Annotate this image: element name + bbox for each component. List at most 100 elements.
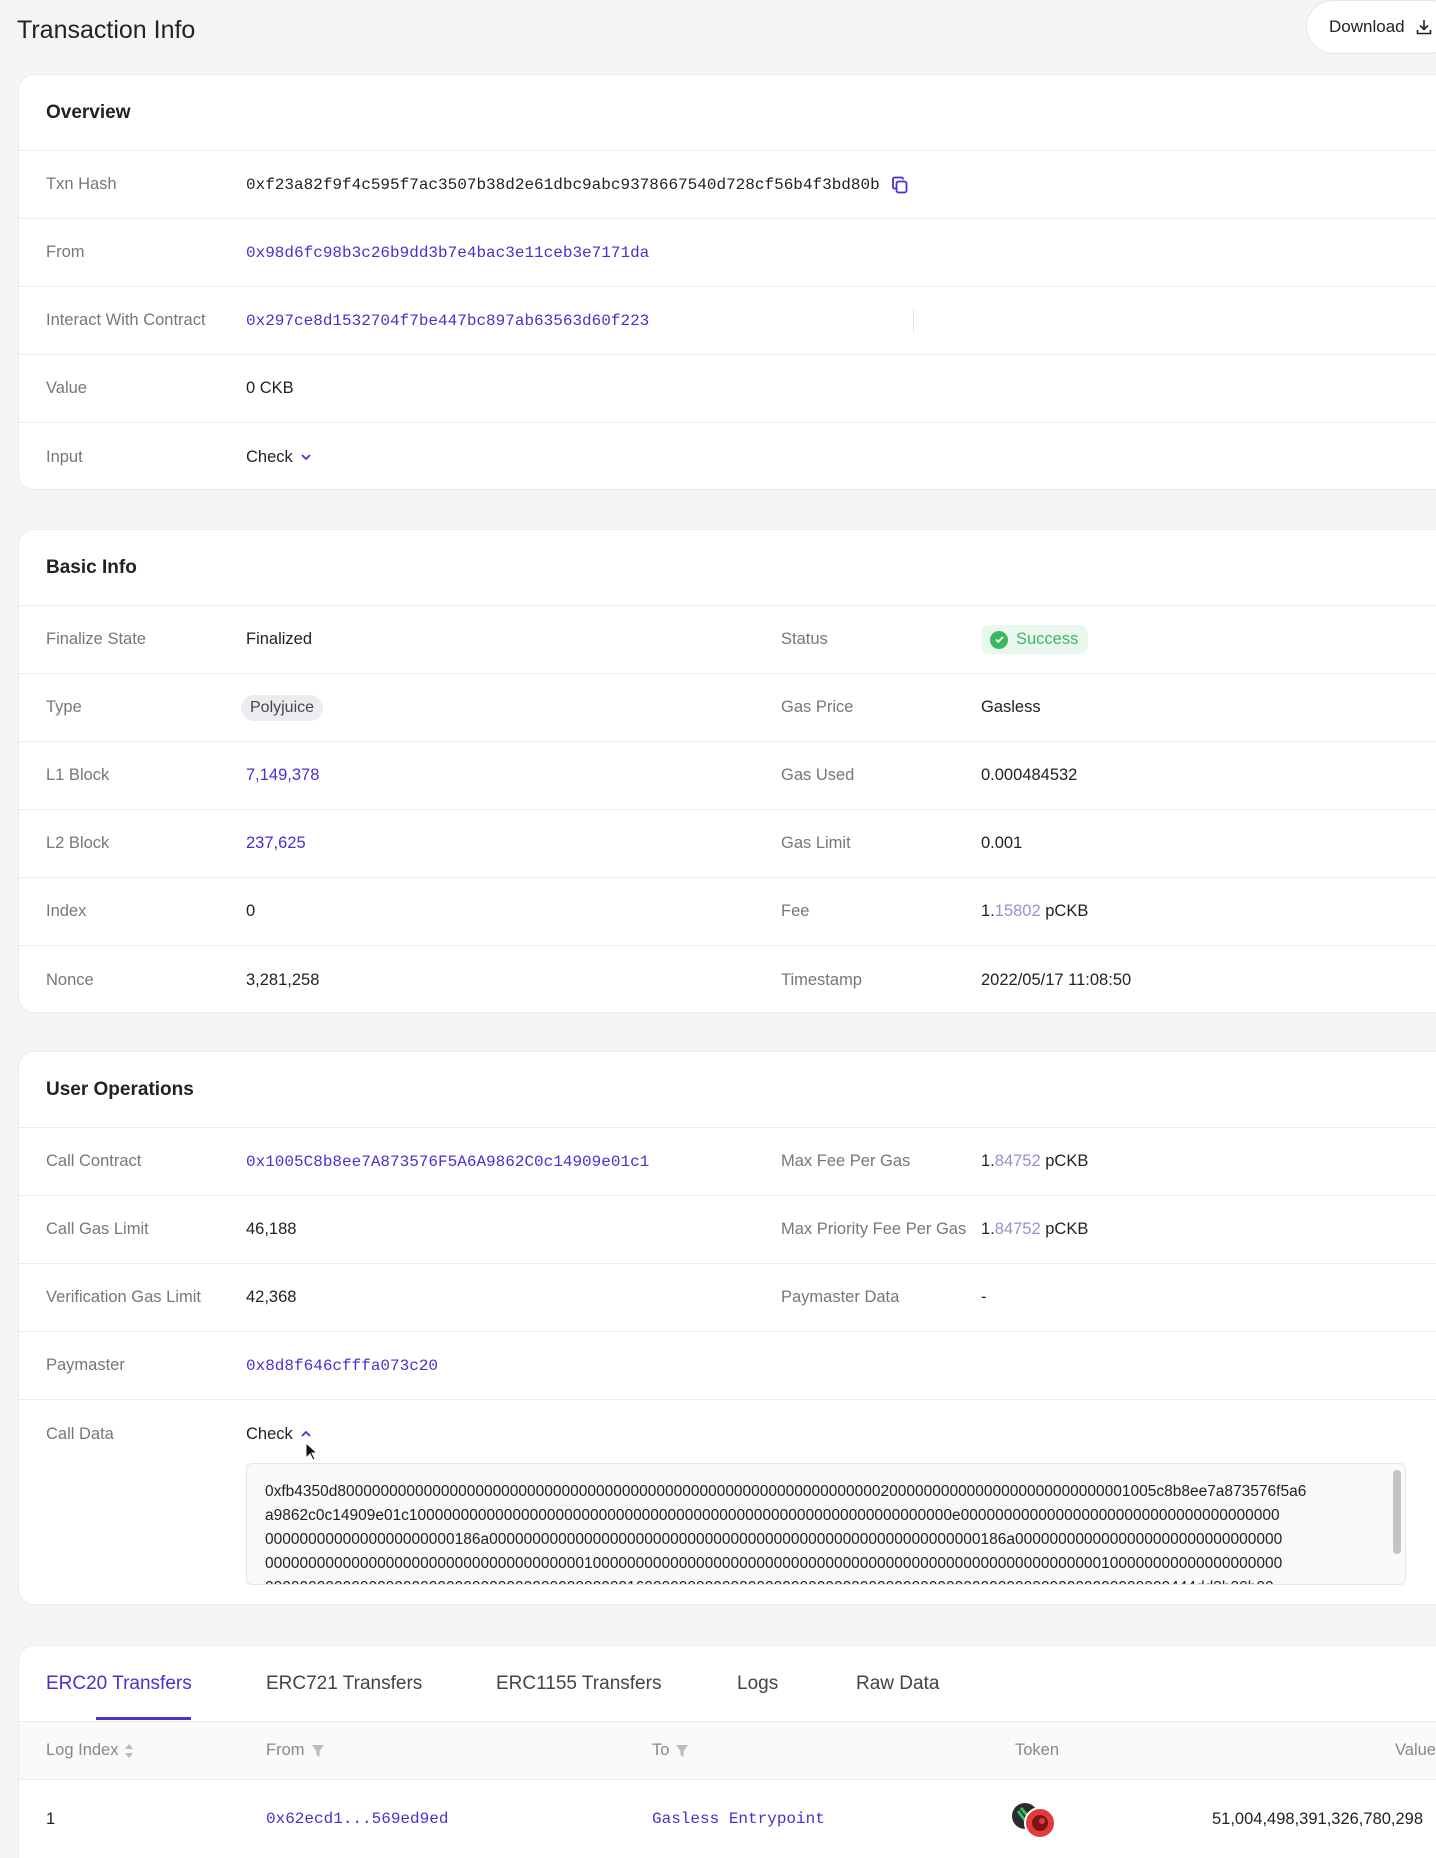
call-data-box[interactable]: 0xfb4350d8000000000000000000000000000000… bbox=[246, 1463, 1406, 1585]
l2-block-label: L2 Block bbox=[46, 834, 110, 852]
max-fee-value: 1. 84752 pCKB bbox=[981, 1128, 1088, 1195]
contract-label: Interact With Contract bbox=[46, 311, 206, 329]
userop-row-3: Verification Gas Limit 42,368 Paymaster … bbox=[19, 1264, 1436, 1332]
input-row: Input Check bbox=[19, 423, 1436, 491]
value-amount: 0 CKB bbox=[246, 379, 294, 397]
to-address-cell[interactable]: Gasless Entrypoint bbox=[652, 1780, 825, 1858]
gas-used-value: 0.000484532 bbox=[981, 766, 1078, 784]
max-priority-fee-unit: pCKB bbox=[1045, 1220, 1089, 1238]
timestamp-value: 2022/05/17 11:08:50 bbox=[981, 970, 1132, 989]
call-data-line: 0000000000000000000000000000000000000100… bbox=[265, 1555, 1283, 1572]
status-label: Status bbox=[781, 630, 828, 648]
basic-row-3: L1 Block 7,149,378 Gas Used 0.000484532 bbox=[19, 742, 1436, 810]
max-fee-unit: pCKB bbox=[1045, 1152, 1089, 1170]
from-header[interactable]: From bbox=[266, 1722, 325, 1779]
finalize-state-label: Finalize State bbox=[46, 630, 146, 648]
from-address-link[interactable]: 0x98d6fc98b3c26b9dd3b7e4bac3e11ceb3e7171… bbox=[246, 219, 649, 286]
call-gas-limit-label: Call Gas Limit bbox=[46, 1220, 149, 1238]
active-tab-underline bbox=[96, 1717, 191, 1720]
transfers-tabs: ERC20 Transfers ERC721 Transfers ERC1155… bbox=[19, 1646, 1436, 1722]
max-priority-fee-value: 1. 84752 pCKB bbox=[981, 1196, 1088, 1263]
token-logo-icon bbox=[1012, 1803, 1056, 1839]
basic-row-2: Type Polyjuice Gas Price Gasless bbox=[19, 674, 1436, 742]
gas-used-label: Gas Used bbox=[781, 766, 855, 784]
l1-block-link[interactable]: 7,149,378 bbox=[246, 742, 319, 809]
user-operations-title: User Operations bbox=[19, 1052, 1436, 1128]
tab-erc721-transfers[interactable]: ERC721 Transfers bbox=[266, 1646, 422, 1722]
call-data-scrollbar[interactable] bbox=[1393, 1470, 1401, 1554]
basic-info-card: Basic Info Finalize State Finalized Stat… bbox=[18, 529, 1436, 1013]
overview-card: Overview Txn Hash 0xf23a82f9f4c595f7ac35… bbox=[18, 74, 1436, 490]
mouse-cursor-icon bbox=[305, 1442, 319, 1461]
to-header[interactable]: To bbox=[652, 1722, 689, 1779]
call-data-label: Call Data bbox=[46, 1424, 114, 1443]
token-header: Token bbox=[1015, 1741, 1060, 1759]
call-contract-label: Call Contract bbox=[46, 1152, 142, 1170]
from-address-cell[interactable]: 0x62ecd1...569ed9ed bbox=[266, 1780, 448, 1858]
max-priority-fee-dec: 84752 bbox=[994, 1220, 1041, 1238]
value-row: Value 0 CKB bbox=[19, 355, 1436, 423]
sort-icon[interactable] bbox=[124, 1743, 134, 1759]
download-label: Download bbox=[1329, 17, 1405, 36]
verification-gas-limit-value: 42,368 bbox=[246, 1288, 297, 1306]
basic-row-4: L2 Block 237,625 Gas Limit 0.001 bbox=[19, 810, 1436, 878]
chevron-up-icon bbox=[301, 1430, 311, 1437]
fee-dec: 15802 bbox=[994, 902, 1041, 920]
filter-icon[interactable] bbox=[311, 1744, 325, 1758]
tab-erc1155-transfers[interactable]: ERC1155 Transfers bbox=[496, 1646, 661, 1722]
to-header-label: To bbox=[652, 1741, 670, 1759]
txn-hash-row: Txn Hash 0xf23a82f9f4c595f7ac3507b38d2e6… bbox=[19, 151, 1436, 219]
call-data-line: 0000000000000000000000186a00000000000000… bbox=[265, 1531, 1283, 1548]
filter-icon[interactable] bbox=[675, 1744, 689, 1758]
basic-row-6: Nonce 3,281,258 Timestamp 2022/05/17 11:… bbox=[19, 946, 1436, 1014]
finalize-state-value: Finalized bbox=[246, 630, 313, 648]
call-data-check-toggle[interactable]: Check bbox=[246, 1425, 313, 1444]
type-label: Type bbox=[46, 698, 82, 716]
divider bbox=[913, 309, 914, 333]
contract-address-link[interactable]: 0x297ce8d1532704f7be447bc897ab63563d60f2… bbox=[246, 287, 649, 354]
status-badge: Success bbox=[981, 625, 1089, 654]
fee-unit: pCKB bbox=[1045, 902, 1089, 920]
download-button[interactable]: Download bbox=[1306, 0, 1436, 54]
input-check-label: Check bbox=[246, 447, 293, 466]
from-row: From 0x98d6fc98b3c26b9dd3b7e4bac3e11ceb3… bbox=[19, 219, 1436, 287]
index-value: 0 bbox=[246, 902, 256, 920]
type-pill: Polyjuice bbox=[241, 694, 324, 721]
call-contract-link[interactable]: 0x1005C8b8ee7A873576F5A6A9862C0c14909e01… bbox=[246, 1128, 649, 1195]
check-circle-icon bbox=[990, 630, 1008, 649]
call-data-line: a9862c0c14909e01c10000000000000000000000… bbox=[265, 1507, 1280, 1524]
paymaster-data-label: Paymaster Data bbox=[781, 1288, 900, 1306]
page-title: Transaction Info bbox=[17, 16, 196, 44]
tab-erc20-transfers[interactable]: ERC20 Transfers bbox=[46, 1646, 192, 1722]
input-label: Input bbox=[46, 447, 83, 466]
nonce-value: 3,281,258 bbox=[246, 970, 320, 989]
max-priority-fee-label: Max Priority Fee Per Gas bbox=[781, 1220, 967, 1238]
l2-block-link[interactable]: 237,625 bbox=[246, 810, 306, 877]
verification-gas-limit-label: Verification Gas Limit bbox=[46, 1288, 201, 1306]
gas-limit-value: 0.001 bbox=[981, 834, 1023, 852]
log-index-header[interactable]: Log Index bbox=[46, 1722, 134, 1779]
from-label: From bbox=[46, 243, 85, 261]
gas-limit-label: Gas Limit bbox=[781, 834, 851, 852]
overview-title: Overview bbox=[19, 75, 1436, 151]
tab-raw-data[interactable]: Raw Data bbox=[856, 1646, 939, 1722]
tab-logs[interactable]: Logs bbox=[737, 1646, 778, 1722]
input-check-toggle[interactable]: Check bbox=[246, 448, 313, 467]
userop-row-1: Call Contract 0x1005C8b8ee7A873576F5A6A9… bbox=[19, 1128, 1436, 1196]
transfers-table-header: Log Index From To Token Value bbox=[19, 1722, 1436, 1780]
token-cell[interactable] bbox=[1009, 1780, 1061, 1858]
basic-info-title: Basic Info bbox=[19, 530, 1436, 606]
index-label: Index bbox=[46, 902, 87, 920]
paymaster-link[interactable]: 0x8d8f646cfffa073c20 bbox=[246, 1332, 438, 1399]
copy-icon[interactable] bbox=[890, 175, 910, 195]
from-header-label: From bbox=[266, 1741, 305, 1759]
fee-value: 1. 15802 pCKB bbox=[981, 878, 1088, 945]
table-row: 1 0x62ecd1...569ed9ed Gasless Entrypoint… bbox=[19, 1780, 1436, 1858]
value-header: Value bbox=[1395, 1741, 1436, 1759]
log-index-cell: 1 bbox=[46, 1809, 56, 1828]
max-fee-int: 1. bbox=[981, 1152, 995, 1170]
status-value: Success bbox=[1016, 630, 1079, 648]
l1-block-label: L1 Block bbox=[46, 766, 110, 784]
call-data-check-label: Check bbox=[246, 1424, 293, 1443]
gas-price-value: Gasless bbox=[981, 698, 1041, 716]
